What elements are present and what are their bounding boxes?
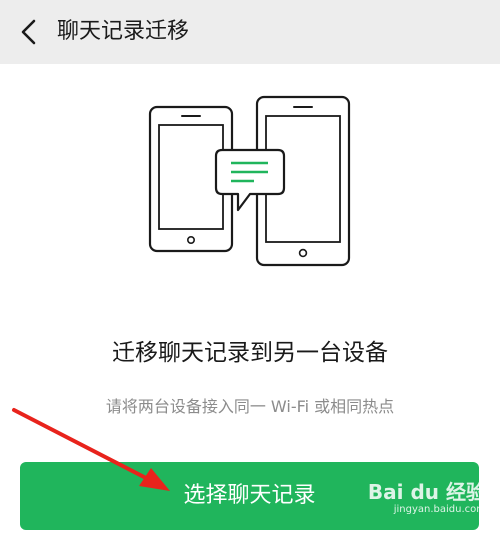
navigation-bar: 聊天记录迁移 bbox=[0, 0, 500, 64]
back-button[interactable] bbox=[12, 14, 46, 50]
watermark-logo: Bai du 经验 bbox=[367, 480, 486, 504]
baidu-jingyan-watermark: Bai du 经验 jingyan.baidu.com bbox=[366, 480, 486, 516]
instruction-text: 请将两台设备接入同一 Wi-Fi 或相同热点 bbox=[105, 397, 395, 416]
chevron-left-icon bbox=[21, 19, 36, 45]
headline: 迁移聊天记录到另一台设备 bbox=[112, 340, 388, 366]
select-chat-history-label: 选择聊天记录 bbox=[183, 483, 316, 508]
device-transfer-illustration bbox=[148, 95, 351, 267]
watermark-url: jingyan.baidu.com bbox=[393, 504, 486, 515]
page-title: 聊天记录迁移 bbox=[57, 19, 190, 44]
